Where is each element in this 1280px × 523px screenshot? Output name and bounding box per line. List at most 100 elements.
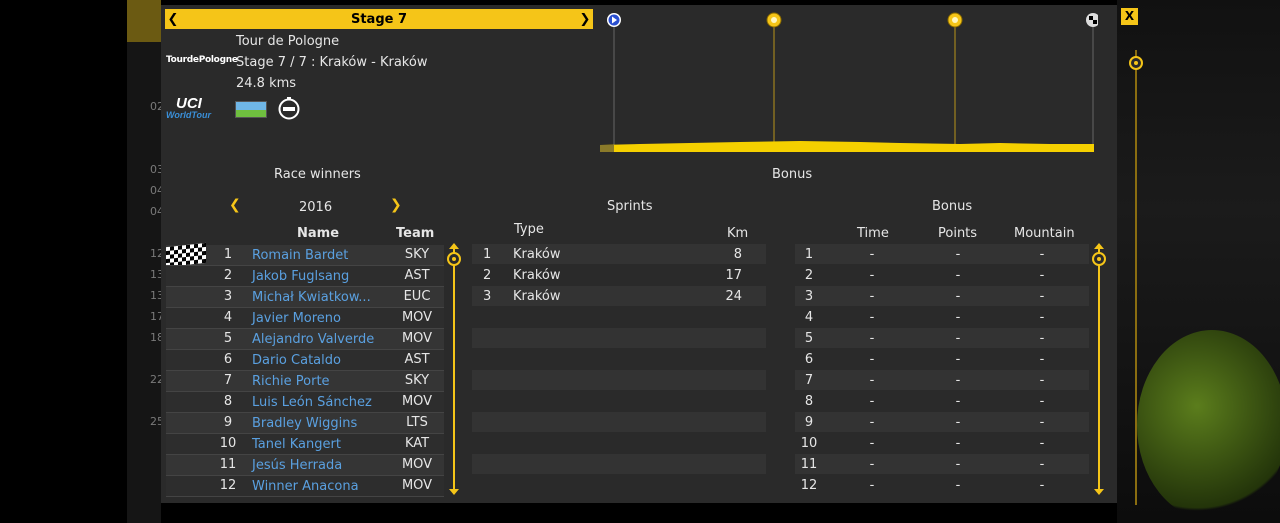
winner-row[interactable]: 7 Richie Porte SKY xyxy=(166,371,444,391)
uci-worldtour-logo: UCI WorldTour xyxy=(166,94,228,120)
scroll-thumb[interactable] xyxy=(1129,56,1143,70)
bonus-mountain: - xyxy=(1039,478,1045,493)
bonus-points: - xyxy=(955,457,961,472)
winner-name-link[interactable]: Richie Porte xyxy=(252,374,330,389)
winner-row[interactable]: 3 Michał Kwiatkow... EUC xyxy=(166,287,444,307)
start-flag-icon xyxy=(607,13,621,27)
bonus-row: 12 - - - xyxy=(795,475,1089,495)
race-winners-title: Race winners xyxy=(274,167,361,182)
scroll-thumb[interactable] xyxy=(447,252,461,266)
bonus-time: - xyxy=(869,394,875,409)
winner-row[interactable]: 4 Javier Moreno MOV xyxy=(166,308,444,328)
bonus-points: - xyxy=(955,436,961,451)
bonus-mountain: - xyxy=(1039,373,1045,388)
winner-name-link[interactable]: Dario Cataldo xyxy=(252,353,341,368)
bonus-scrollbar[interactable] xyxy=(1092,243,1106,495)
winner-name-link[interactable]: Alejandro Valverde xyxy=(252,332,374,347)
bonus-row: 2 - - - xyxy=(795,265,1089,285)
winner-row[interactable]: 11 Jesús Herrada MOV xyxy=(166,455,444,475)
winner-row[interactable]: 5 Alejandro Valverde MOV xyxy=(166,329,444,349)
winner-name-link[interactable]: Winner Anacona xyxy=(252,479,359,494)
bonus-time: - xyxy=(869,268,875,283)
prev-stage-button[interactable]: ❮ xyxy=(165,9,181,29)
time-trial-icon xyxy=(277,96,301,120)
winner-name-link[interactable]: Jesús Herrada xyxy=(252,458,342,473)
bonus-time: - xyxy=(869,289,875,304)
winner-name-link[interactable]: Bradley Wiggins xyxy=(252,416,357,431)
bonus-mountain: - xyxy=(1039,436,1045,451)
sprint-type: Kraków xyxy=(513,268,561,283)
bonus-points: - xyxy=(955,415,961,430)
bonus-idx: 11 xyxy=(800,457,818,472)
winner-name-link[interactable]: Romain Bardet xyxy=(252,248,348,263)
bonus-idx: 12 xyxy=(800,478,818,493)
bonus-row: 11 - - - xyxy=(795,454,1089,474)
bonus-points: - xyxy=(955,289,961,304)
sprint-row: 2 Kraków 17 xyxy=(472,265,766,285)
bonus-time-header: Time xyxy=(857,226,889,241)
bonus-points: - xyxy=(955,352,961,367)
bonus-row: 9 - - - xyxy=(795,412,1089,432)
winners-scrollbar[interactable] xyxy=(447,243,461,495)
winner-row[interactable]: 10 Tanel Kangert KAT xyxy=(166,434,444,454)
winner-name-link[interactable]: Luis León Sánchez xyxy=(252,395,372,410)
bonus-row: 5 - - - xyxy=(795,328,1089,348)
bonus-row: 3 - - - xyxy=(795,286,1089,306)
winners-team-header: Team xyxy=(396,226,435,241)
winner-rank: 12 xyxy=(219,478,237,493)
bonus-time: - xyxy=(869,247,875,262)
sprint-idx: 2 xyxy=(483,268,492,283)
bonus-time: - xyxy=(869,436,875,451)
scroll-down-icon[interactable] xyxy=(449,489,459,495)
stage-profile-chart xyxy=(600,10,1100,156)
bonus-points: - xyxy=(955,373,961,388)
bonus-time: - xyxy=(869,457,875,472)
sprint-km: 24 xyxy=(725,289,742,304)
winner-team: AST xyxy=(404,352,430,367)
bonus-row: 1 - - - xyxy=(795,244,1089,264)
winner-row[interactable]: 8 Luis León Sánchez MOV xyxy=(166,392,444,412)
next-stage-button[interactable]: ❯ xyxy=(577,9,593,29)
scroll-down-icon[interactable] xyxy=(1094,489,1104,495)
next-year-button[interactable]: ❯ xyxy=(390,197,402,213)
winner-team: SKY xyxy=(404,247,430,262)
page-scrollbar[interactable] xyxy=(1129,50,1143,505)
sprint-idx: 1 xyxy=(483,247,492,262)
bonus-points: - xyxy=(955,247,961,262)
winner-row[interactable]: 6 Dario Cataldo AST xyxy=(166,350,444,370)
bonus-mountain: - xyxy=(1039,247,1045,262)
winner-name-link[interactable]: Tanel Kangert xyxy=(252,437,341,452)
winner-name-link[interactable]: Michał Kwiatkow... xyxy=(252,290,371,305)
country-flag-icon xyxy=(235,101,267,118)
winner-team: EUC xyxy=(403,289,431,304)
scroll-thumb[interactable] xyxy=(1092,252,1106,266)
winner-rank: 9 xyxy=(223,415,233,430)
winner-row[interactable]: 12 Winner Anacona MOV xyxy=(166,476,444,496)
sprint-point-icon xyxy=(947,12,963,28)
race-name: Tour de Pologne xyxy=(236,34,340,49)
winner-row[interactable]: 2 Jakob Fuglsang AST xyxy=(166,266,444,286)
bonus-time: - xyxy=(869,352,875,367)
sprints-title: Sprints xyxy=(607,199,653,214)
stage-title: Stage 7 xyxy=(350,11,408,27)
bonus-time: - xyxy=(869,415,875,430)
checkered-flag-icon xyxy=(166,242,206,268)
sprint-row xyxy=(472,454,766,474)
winner-year: 2016 xyxy=(299,200,333,215)
bonus-mountain: - xyxy=(1039,331,1045,346)
close-button[interactable]: X xyxy=(1121,8,1138,25)
prev-year-button[interactable]: ❮ xyxy=(229,197,241,213)
winner-rank: 5 xyxy=(223,331,233,346)
sprint-km: 17 xyxy=(725,268,742,283)
bonus-idx: 7 xyxy=(804,373,814,388)
winner-name-link[interactable]: Jakob Fuglsang xyxy=(252,269,349,284)
bonus-row: 7 - - - xyxy=(795,370,1089,390)
sprints-km-header: Km xyxy=(727,226,749,241)
stage-distance: 24.8 kms xyxy=(236,76,297,91)
winners-name-header: Name xyxy=(297,226,340,241)
winner-row[interactable]: 1 Romain Bardet SKY xyxy=(166,242,444,268)
bonus-mountain: - xyxy=(1039,268,1045,283)
winner-name-link[interactable]: Javier Moreno xyxy=(252,311,341,326)
winner-team: LTS xyxy=(406,415,428,430)
winner-row[interactable]: 9 Bradley Wiggins LTS xyxy=(166,413,444,433)
